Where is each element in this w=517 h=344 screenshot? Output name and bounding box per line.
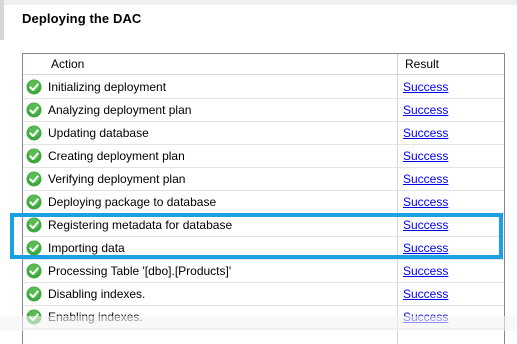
table-row[interactable]: Deploying package to database Success bbox=[23, 191, 504, 214]
row-action: Updating database bbox=[48, 126, 149, 140]
result-link[interactable]: Success bbox=[403, 237, 448, 259]
success-check-icon bbox=[26, 125, 42, 141]
table-row[interactable]: Updating database Success bbox=[23, 122, 504, 145]
grid-header: Action Result bbox=[23, 54, 504, 75]
bottom-strip bbox=[0, 316, 517, 331]
row-action: Registering metadata for database bbox=[48, 218, 233, 232]
success-check-icon bbox=[26, 263, 42, 279]
table-row[interactable]: Initializing deployment Success bbox=[23, 76, 504, 99]
row-action: Importing data bbox=[48, 241, 125, 255]
deployment-results-grid: Action Result Initializing deployment Su… bbox=[22, 53, 505, 344]
row-action: Analyzing deployment plan bbox=[48, 103, 192, 117]
success-check-icon bbox=[26, 217, 42, 233]
grid-rows: Initializing deployment Success Analyzin… bbox=[23, 76, 504, 329]
table-row[interactable]: Disabling indexes. Success bbox=[23, 283, 504, 306]
success-check-icon bbox=[26, 171, 42, 187]
success-check-icon bbox=[26, 102, 42, 118]
result-link[interactable]: Success bbox=[403, 168, 448, 190]
table-row[interactable]: Registering metadata for database Succes… bbox=[23, 214, 504, 237]
window-edge bbox=[0, 0, 4, 40]
success-check-icon bbox=[26, 240, 42, 256]
result-link[interactable]: Success bbox=[403, 283, 448, 305]
result-link[interactable]: Success bbox=[403, 145, 448, 167]
row-action: Processing Table '[dbo].[Products]' bbox=[48, 264, 232, 278]
column-header-action[interactable]: Action bbox=[51, 54, 84, 74]
table-row[interactable]: Processing Table '[dbo].[Products]' Succ… bbox=[23, 260, 504, 283]
row-action: Verifying deployment plan bbox=[48, 172, 186, 186]
row-action: Creating deployment plan bbox=[48, 149, 185, 163]
table-row[interactable]: Creating deployment plan Success bbox=[23, 145, 504, 168]
success-check-icon bbox=[26, 194, 42, 210]
row-action: Initializing deployment bbox=[48, 80, 167, 94]
table-row[interactable]: Importing data Success bbox=[23, 237, 504, 260]
page-title: Deploying the DAC bbox=[22, 11, 142, 26]
success-check-icon bbox=[26, 148, 42, 164]
table-row[interactable]: Verifying deployment plan Success bbox=[23, 168, 504, 191]
table-row[interactable]: Analyzing deployment plan Success bbox=[23, 99, 504, 122]
success-check-icon bbox=[26, 286, 42, 302]
top-strip bbox=[0, 0, 517, 5]
column-header-result[interactable]: Result bbox=[405, 54, 439, 74]
row-action: Deploying package to database bbox=[48, 195, 217, 209]
result-link[interactable]: Success bbox=[403, 122, 448, 144]
result-link[interactable]: Success bbox=[403, 191, 448, 213]
result-link[interactable]: Success bbox=[403, 214, 448, 236]
success-check-icon bbox=[26, 79, 42, 95]
result-link[interactable]: Success bbox=[403, 76, 448, 98]
row-action: Disabling indexes. bbox=[48, 287, 146, 301]
result-link[interactable]: Success bbox=[403, 260, 448, 282]
result-link[interactable]: Success bbox=[403, 99, 448, 121]
